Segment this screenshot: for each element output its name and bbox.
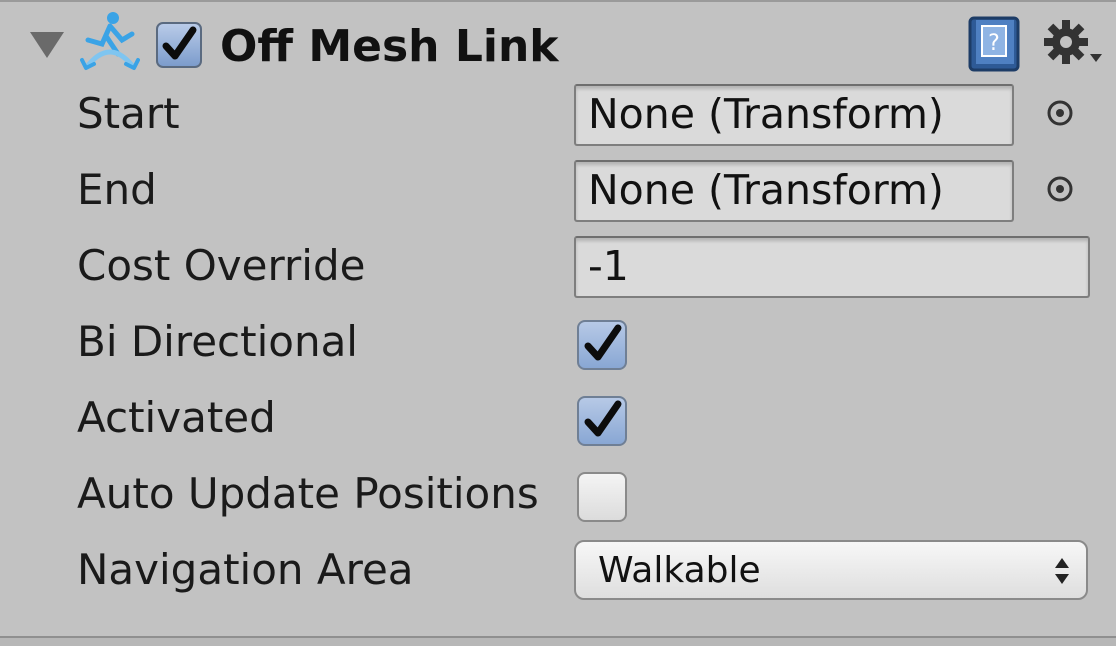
off-mesh-link-icon — [80, 12, 140, 70]
auto-update-positions-label: Auto Update Positions — [77, 469, 539, 518]
svg-text:?: ? — [988, 31, 1000, 56]
end-object-field[interactable]: None (Transform) — [574, 160, 1014, 222]
activated-checkbox[interactable] — [577, 396, 627, 446]
navigation-area-label: Navigation Area — [77, 545, 414, 594]
up-down-arrows-icon — [1055, 558, 1069, 584]
checkmark-icon — [162, 26, 197, 60]
end-label: End — [77, 165, 157, 214]
cost-override-label: Cost Override — [77, 241, 366, 290]
next-component-edge — [0, 638, 1116, 646]
component-enabled-checkbox[interactable] — [156, 22, 202, 68]
component-title: Off Mesh Link — [220, 21, 559, 72]
bi-directional-label: Bi Directional — [77, 317, 358, 366]
off-mesh-link-inspector: Off Mesh Link ? Start None (Transform) E… — [0, 0, 1116, 646]
checkmark-icon — [584, 324, 622, 361]
activated-label: Activated — [77, 393, 276, 442]
checkmark-icon — [584, 400, 622, 437]
object-picker-icon[interactable] — [1046, 175, 1074, 203]
gear-icon[interactable] — [1042, 18, 1104, 68]
object-picker-icon[interactable] — [1046, 99, 1074, 127]
bi-directional-checkbox[interactable] — [577, 320, 627, 370]
start-object-field[interactable]: None (Transform) — [574, 84, 1014, 146]
help-book-icon[interactable]: ? — [968, 16, 1020, 72]
start-label: Start — [77, 89, 180, 138]
auto-update-positions-checkbox[interactable] — [577, 472, 627, 522]
foldout-arrow-icon[interactable] — [30, 32, 64, 58]
navigation-area-value: Walkable — [598, 550, 761, 591]
navigation-area-dropdown[interactable]: Walkable — [574, 540, 1088, 600]
cost-override-input[interactable]: -1 — [574, 236, 1090, 298]
